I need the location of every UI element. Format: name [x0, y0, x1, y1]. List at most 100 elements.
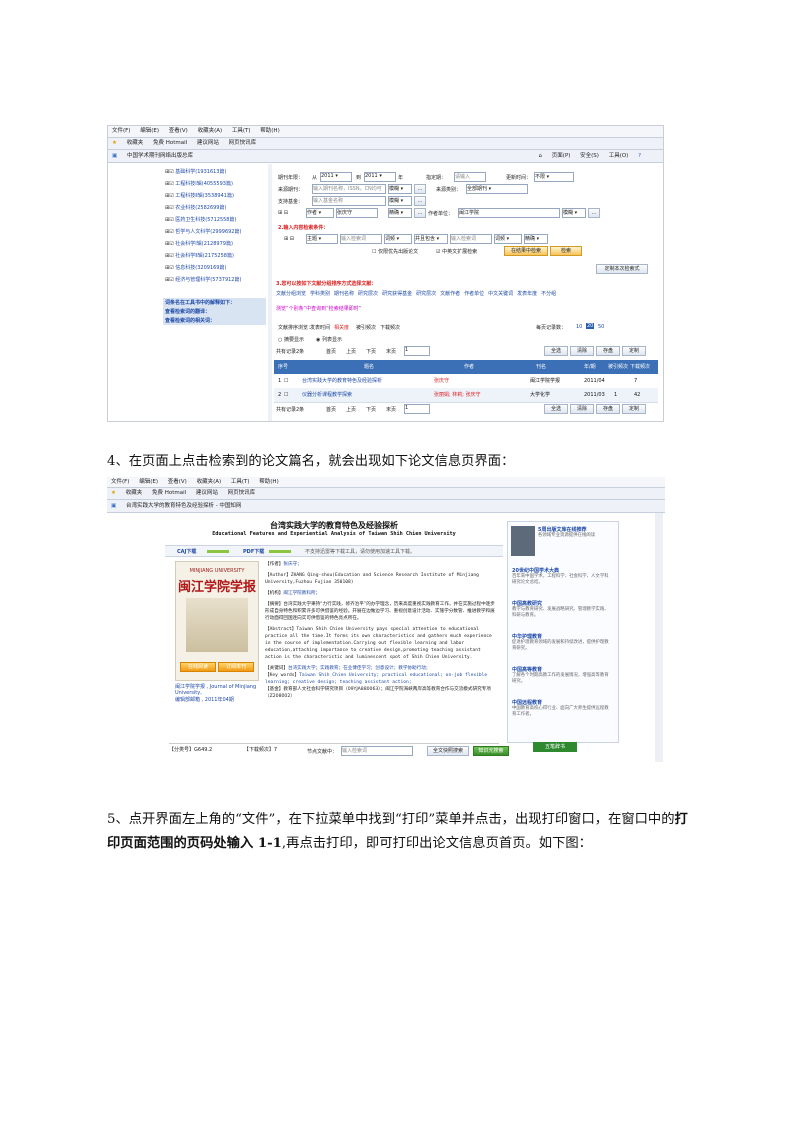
last-page-link-bottom[interactable]: 末页 [386, 406, 396, 413]
sort-by-date[interactable]: 发表时间 [310, 324, 330, 331]
cell-title[interactable]: 仪器分析课程教学探索 [302, 388, 352, 402]
checkbox-icon[interactable]: ⊞☑ [165, 217, 175, 223]
hotmail-link-2[interactable]: 免费 Hotmail [152, 490, 186, 496]
group-link[interactable]: 发表年度 [517, 291, 537, 297]
side-link-title[interactable]: 中国远程教育 [512, 699, 612, 706]
group-link[interactable]: 期刊名称 [334, 291, 354, 297]
home-icon[interactable]: ⌂ [539, 153, 543, 159]
knowledge-search-button[interactable]: 知识元搜索 [473, 746, 509, 756]
menu-favorites-2[interactable]: 收藏夹(A) [197, 479, 222, 485]
side-link-item[interactable]: 5周出版文库在线推荐 各领域专业资源提供在线阅读 [538, 526, 614, 539]
subject-select[interactable]: 主题 ▾ [306, 234, 338, 244]
year-from-select[interactable]: 2011 ▾ [320, 172, 352, 182]
org-match-select[interactable]: 模糊 ▾ [562, 208, 586, 218]
menu-view[interactable]: 查看(V) [169, 128, 188, 134]
author-input[interactable]: 张庆守 [336, 208, 378, 218]
checkbox-icon[interactable]: ⊞☑ [165, 241, 175, 247]
prev-page-link-bottom[interactable]: 上页 [346, 406, 356, 413]
year-to-select[interactable]: 2011 ▾ [364, 172, 396, 182]
page-number-input[interactable]: 1 [404, 346, 430, 356]
translate-link[interactable]: 查看检索词的翻译： [163, 307, 266, 316]
per-page-50[interactable]: 50 [598, 324, 604, 330]
author-more-button[interactable]: … [414, 208, 426, 218]
select-all-button-bottom[interactable]: 全选 [544, 404, 568, 414]
group-link[interactable]: 不分组 [541, 291, 556, 297]
group-link[interactable]: 研究层次 [416, 291, 436, 297]
checkbox-icon[interactable]: ⊞☑ [165, 181, 175, 187]
first-page-link[interactable]: 首页 [326, 348, 336, 355]
fund-input[interactable]: 输入基金名称 [312, 196, 386, 206]
menu-file[interactable]: 文件(F) [112, 128, 130, 134]
cn-en-checkbox[interactable]: ☑ 中英文扩展检索 [436, 248, 477, 255]
cell-title[interactable]: 台湾实践大学的教育特色及经验探析 [302, 374, 382, 388]
update-select[interactable]: 不限 ▾ [534, 172, 574, 182]
per-page-20[interactable]: 20 [586, 323, 595, 329]
side-link-item[interactable]: 中国远程教育 中国教育高校心得行业、面向广大师生提供远程教育工作者。 [512, 699, 612, 718]
save-button-bottom[interactable]: 存盘 [596, 404, 620, 414]
row-checkbox[interactable]: ☐ [284, 374, 288, 388]
per-page-10[interactable]: 10 [576, 324, 582, 330]
cell-journal[interactable]: 大学化学 [530, 388, 550, 402]
source-more-button[interactable]: … [414, 184, 426, 194]
sidebar-item[interactable]: ⊞☑ 农业科技(2582699篇) [165, 204, 226, 211]
right-badge[interactable]: 五笔辞书 [533, 742, 577, 752]
keywords-en-links[interactable]: Taiwan Shih Chien University; practical … [265, 673, 487, 685]
save-button[interactable]: 存盘 [596, 346, 620, 356]
clear-button[interactable]: 清除 [570, 346, 594, 356]
scrollbar[interactable] [655, 513, 663, 762]
author-field-select[interactable]: 作者 ▾ [306, 208, 334, 218]
side-link-title[interactable]: 5周出版文库在线推荐 [538, 526, 614, 533]
first-page-link-bottom[interactable]: 首页 [326, 406, 336, 413]
side-link-item[interactable]: 中国高等教育 了解各个时期高教工作的发展情况，增强高等教育研究。 [512, 666, 612, 685]
category-select[interactable]: 全部期刊 ▾ [466, 184, 528, 194]
table-row[interactable]: ☐ 1 台湾实践大学的教育特色及经验探析 张庆守 闽江学院学报 2011/04 7 [274, 374, 658, 389]
search-button[interactable]: 检索 [550, 246, 582, 256]
favorites-button[interactable]: 收藏夹 [127, 140, 144, 146]
journal-info[interactable]: 闽江学院学报 , Journal of Minjiang University,… [175, 683, 257, 703]
help-icon[interactable]: ? [638, 153, 641, 159]
view-abstract-radio[interactable]: ○ 摘要显示 [278, 336, 304, 343]
group-link[interactable]: 研究获得基金 [382, 291, 412, 297]
select-all-button[interactable]: 全选 [544, 346, 568, 356]
save-query-button[interactable]: 定制本次检索式 [596, 264, 648, 274]
clear-button-bottom[interactable]: 清除 [570, 404, 594, 414]
safety-menu[interactable]: 安全(S) [580, 153, 599, 159]
cell-author[interactable]: 张庆守 [434, 374, 449, 388]
org-link[interactable]: 闽江学院教科所； [283, 591, 320, 596]
menu-tools[interactable]: 工具(T) [232, 128, 251, 134]
page-number-input-bottom[interactable]: 1 [404, 404, 430, 414]
keyword-input-1[interactable]: 输入检索词 [340, 234, 382, 244]
side-link-title[interactable]: 中国高教研究 [512, 600, 612, 607]
fund-more-button[interactable]: … [414, 196, 426, 206]
tab-title-2[interactable]: 台湾实践大学的教育特色及经验探析 - 中国知网 [126, 503, 241, 509]
group-link[interactable]: 研究层次 [358, 291, 378, 297]
customize-button[interactable]: 定制 [622, 346, 646, 356]
side-link-item[interactable]: 20世纪中国学术大典 百年来中国学术，工程科学、社会科学、人文学科研究论文总结。 [512, 567, 612, 586]
org-more-button[interactable]: … [588, 208, 600, 218]
next-page-link[interactable]: 下页 [366, 348, 376, 355]
next-page-link-bottom[interactable]: 下页 [366, 406, 376, 413]
sidebar-item[interactable]: ⊞☑ 工程科技Ⅱ辑(3538941篇) [165, 192, 234, 199]
match-select-2[interactable]: 精确 ▾ [524, 234, 548, 244]
customize-button-bottom[interactable]: 定制 [622, 404, 646, 414]
side-link-title[interactable]: 中国高等教育 [512, 666, 612, 673]
group-link[interactable]: 学科类别 [310, 291, 330, 297]
exclude-checkbox[interactable]: ☐ 仅限优先出版论文 [372, 248, 418, 255]
checkbox-icon[interactable]: ⊞☑ [165, 229, 175, 235]
prev-page-link[interactable]: 上页 [346, 348, 356, 355]
date-input[interactable]: 请输入 [454, 172, 486, 182]
sidebar-item[interactable]: ⊞☑ 工程科技Ⅰ辑(4055593篇) [165, 180, 233, 187]
view-list-radio[interactable]: ◉ 列表显示 [316, 336, 342, 343]
checkbox-icon[interactable]: ⊞☑ [165, 265, 175, 271]
group-link[interactable]: 中文关键词 [488, 291, 513, 297]
sort-by-relevance[interactable]: 相关度 [334, 324, 349, 331]
bottom-search-input[interactable]: 输入检索词 [341, 746, 413, 756]
sort-by-cited[interactable]: 被引频次 [356, 324, 376, 331]
menu-edit[interactable]: 编辑(E) [140, 128, 159, 134]
menu-favorites[interactable]: 收藏夹(A) [198, 128, 223, 134]
pdf-download-link[interactable]: PDF下载 [243, 548, 264, 555]
menu-help[interactable]: 帮助(H) [260, 128, 279, 134]
side-link-item[interactable]: 中华护理教育 促进护理教育领域的发展和持续改进，提供护理教育研究。 [512, 633, 612, 652]
author-link[interactable]: 张庆守； [283, 562, 301, 567]
sidebar-item[interactable]: ⊞☑ 基础科学(1931613篇) [165, 168, 226, 175]
